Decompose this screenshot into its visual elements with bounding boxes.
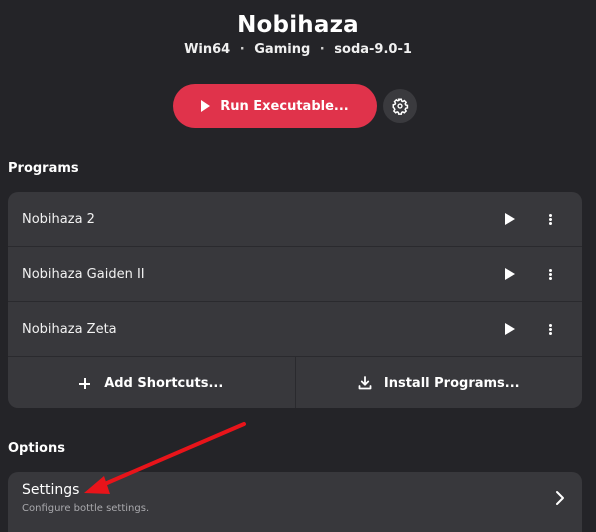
download-icon [358, 376, 372, 390]
bottle-runner: soda-9.0-1 [334, 42, 412, 57]
program-run-button[interactable] [498, 210, 522, 228]
plus-icon [79, 377, 91, 389]
options-section-label: Options [8, 441, 65, 456]
program-row-nobihaza-2[interactable]: Nobihaza 2 [8, 192, 582, 247]
run-executable-button[interactable]: Run Executable... [173, 84, 377, 128]
program-row-nobihaza-zeta[interactable]: Nobihaza Zeta [8, 302, 582, 357]
play-icon [201, 100, 211, 112]
program-row-nobihaza-gaiden-ii[interactable]: Nobihaza Gaiden II [8, 247, 582, 302]
page-title: Nobihaza [237, 12, 359, 38]
more-vertical-icon [548, 323, 552, 336]
install-programs-button[interactable]: Install Programs... [296, 357, 583, 408]
program-name: Nobihaza 2 [22, 211, 95, 227]
programs-list: Nobihaza 2 Nobihaza Gaiden II Nobihaza Z… [8, 192, 582, 408]
meta-separator: · [319, 42, 325, 57]
program-run-button[interactable] [498, 320, 522, 338]
bottle-arch: Win64 [184, 42, 231, 57]
program-menu-button[interactable] [538, 264, 562, 284]
programs-actions: Add Shortcuts... Install Programs... [8, 357, 582, 408]
more-vertical-icon [548, 213, 552, 226]
settings-title: Settings [22, 482, 80, 498]
program-name: Nobihaza Zeta [22, 321, 117, 337]
chevron-right-icon [556, 491, 564, 505]
programs-section-label: Programs [8, 161, 79, 176]
program-menu-button[interactable] [538, 319, 562, 339]
meta-separator: · [239, 42, 245, 57]
play-icon [505, 323, 515, 335]
program-menu-button[interactable] [538, 209, 562, 229]
bottle-environment: Gaming [254, 42, 311, 57]
settings-subtitle: Configure bottle settings. [22, 503, 150, 514]
play-icon [505, 268, 515, 280]
run-executable-label: Run Executable... [220, 98, 349, 114]
program-run-button[interactable] [498, 265, 522, 283]
play-icon [505, 213, 515, 225]
add-shortcuts-label: Add Shortcuts... [104, 375, 224, 391]
bottle-meta: Win64 · Gaming · soda-9.0-1 [0, 42, 596, 57]
add-shortcuts-button[interactable]: Add Shortcuts... [8, 357, 295, 408]
settings-row[interactable]: Settings Configure bottle settings. [8, 472, 582, 532]
install-programs-label: Install Programs... [383, 375, 520, 391]
more-vertical-icon [548, 268, 552, 281]
program-name: Nobihaza Gaiden II [22, 266, 145, 282]
gear-icon [392, 98, 409, 115]
bottle-settings-button[interactable] [383, 89, 417, 123]
options-list: Settings Configure bottle settings. [8, 472, 582, 532]
